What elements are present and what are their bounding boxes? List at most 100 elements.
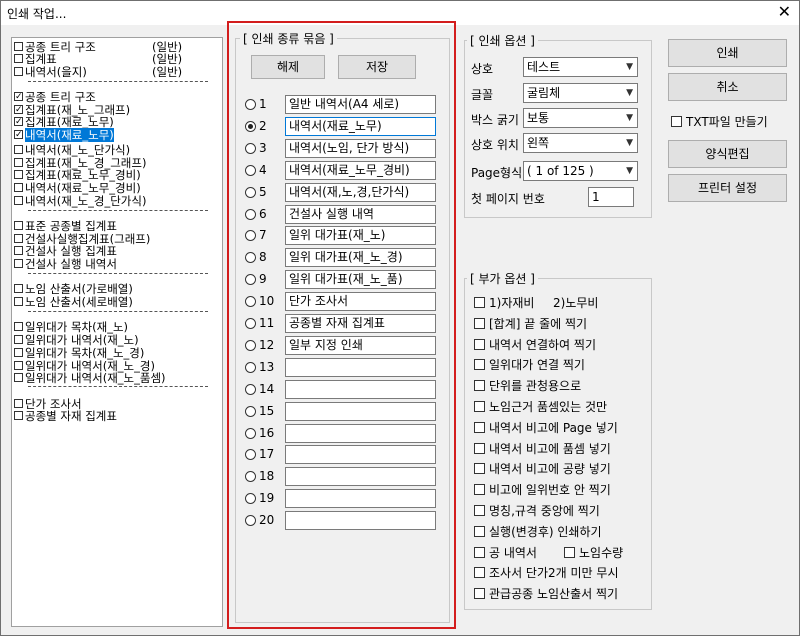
- extra-option-checkbox[interactable]: 관급공종 노임산출서 찍기: [474, 585, 618, 602]
- slot-radio[interactable]: [245, 383, 256, 395]
- report-list-item[interactable]: 공종별 자재 집계표: [14, 410, 117, 423]
- checkbox-icon[interactable]: [474, 442, 485, 454]
- slot-input[interactable]: [285, 467, 436, 487]
- checkbox-icon[interactable]: [14, 54, 23, 63]
- checkbox-icon[interactable]: [474, 359, 485, 371]
- checkbox-icon[interactable]: [14, 158, 23, 167]
- extra-option-checkbox[interactable]: 조사서 단가2개 미만 무시: [474, 564, 618, 581]
- slot-input[interactable]: 일위 대가표(재_노_품): [285, 270, 436, 290]
- option-select[interactable]: 보통 ▼: [523, 108, 638, 128]
- extra-option-checkbox[interactable]: 비고에 일위번호 안 찍기: [474, 481, 611, 498]
- checkbox-icon[interactable]: [474, 463, 485, 475]
- slot-input[interactable]: 일위 대가표(재_노_경): [285, 248, 436, 268]
- option-select[interactable]: 테스트 ▼: [523, 57, 638, 77]
- checkbox-icon[interactable]: [14, 335, 23, 344]
- slot-input[interactable]: [285, 489, 436, 509]
- extra-option-checkbox[interactable]: 내역서 비고에 품셈 넣기: [474, 440, 611, 457]
- option-select[interactable]: ( 1 of 125 ) ▼: [523, 161, 638, 181]
- extra-option-secondary[interactable]: 노임수량: [564, 544, 623, 561]
- slot-radio[interactable]: [245, 164, 256, 176]
- chevron-down-icon[interactable]: ▼: [626, 134, 633, 152]
- slot-input[interactable]: [285, 423, 436, 443]
- extra-option-checkbox[interactable]: 내역서 비고에 Page 넣기: [474, 419, 618, 436]
- checkbox-icon[interactable]: [474, 297, 485, 308]
- chevron-down-icon[interactable]: ▼: [626, 84, 633, 102]
- checkbox-icon[interactable]: [14, 183, 23, 192]
- slot-input[interactable]: 내역서(재료_노무_경비): [285, 160, 436, 180]
- checkbox-icon[interactable]: [474, 401, 485, 412]
- slot-radio[interactable]: [245, 339, 256, 351]
- checkbox-checked-icon[interactable]: ✓: [14, 130, 23, 140]
- checkbox-icon[interactable]: [474, 317, 485, 329]
- checkbox-icon[interactable]: [14, 348, 23, 357]
- checkbox-icon[interactable]: [14, 42, 23, 51]
- checkbox-icon[interactable]: [671, 116, 682, 127]
- checkbox-icon[interactable]: [14, 373, 23, 382]
- slot-input[interactable]: 건설사 실행 내역: [285, 204, 436, 224]
- save-button[interactable]: 저장: [338, 55, 416, 79]
- chevron-down-icon[interactable]: ▼: [626, 162, 633, 180]
- report-list-item[interactable]: ✓ 내역서(재료_노무): [14, 128, 114, 142]
- checkbox-icon[interactable]: [14, 399, 23, 408]
- printer-setup-button[interactable]: 프린터 설정: [668, 174, 787, 202]
- slot-input[interactable]: [285, 401, 436, 421]
- checkbox-icon[interactable]: [14, 170, 23, 179]
- checkbox-icon[interactable]: [474, 484, 485, 496]
- slot-input[interactable]: 단가 조사서: [285, 292, 436, 312]
- checkbox-icon[interactable]: [14, 297, 23, 306]
- checkbox-icon[interactable]: [564, 546, 575, 558]
- checkbox-icon[interactable]: [14, 221, 23, 230]
- extra-option-checkbox[interactable]: 공 내역서: [474, 544, 537, 561]
- slot-input[interactable]: [285, 379, 436, 399]
- slot-radio[interactable]: [245, 99, 256, 110]
- extra-option-checkbox[interactable]: 실행(변경후) 인쇄하기: [474, 523, 602, 540]
- slot-radio[interactable]: [245, 120, 256, 132]
- form-edit-button[interactable]: 양식편집: [668, 140, 787, 168]
- extra-option-checkbox[interactable]: 노임근거 품셈있는 것만: [474, 398, 607, 415]
- checkbox-icon[interactable]: [14, 145, 23, 154]
- slot-input[interactable]: [285, 511, 436, 531]
- slot-input[interactable]: 공종별 자재 집계표: [285, 314, 436, 333]
- report-list-item[interactable]: 건설사 실행 내역서: [14, 258, 117, 271]
- checkbox-icon[interactable]: [14, 196, 23, 205]
- report-list-item[interactable]: 내역서(을지) (일반): [14, 66, 182, 79]
- cancel-button[interactable]: 취소: [668, 73, 787, 101]
- checkbox-checked-icon[interactable]: ✓: [14, 92, 23, 102]
- checkbox-icon[interactable]: [474, 421, 485, 433]
- option-select[interactable]: 왼쪽 ▼: [523, 133, 638, 153]
- extra-option-checkbox[interactable]: 내역서 연결하여 찍기: [474, 336, 596, 353]
- extra-option-checkbox[interactable]: 명칭,규격 중앙에 찍기: [474, 502, 600, 519]
- checkbox-icon[interactable]: [474, 380, 485, 392]
- slot-input[interactable]: 일반 내역서(A4 세로): [285, 95, 436, 114]
- checkbox-icon[interactable]: [474, 546, 485, 558]
- slot-input[interactable]: [285, 357, 436, 377]
- report-list-item[interactable]: 노임 산출서(세로배열): [14, 296, 133, 309]
- slot-radio[interactable]: [245, 208, 256, 220]
- checkbox-icon[interactable]: [14, 284, 23, 293]
- checkbox-icon[interactable]: [14, 411, 23, 420]
- extra-option-checkbox[interactable]: 1)자재비: [474, 294, 534, 311]
- option-select[interactable]: 굴림체 ▼: [523, 83, 638, 103]
- slot-radio[interactable]: [245, 361, 256, 373]
- checkbox-checked-icon[interactable]: ✓: [14, 105, 23, 115]
- chevron-down-icon[interactable]: ▼: [626, 58, 633, 76]
- checkbox-icon[interactable]: [474, 567, 485, 579]
- checkbox-icon[interactable]: [474, 505, 485, 516]
- checkbox-icon[interactable]: [474, 588, 485, 600]
- slot-input[interactable]: 내역서(재료_노무): [285, 116, 436, 136]
- extra-option-checkbox[interactable]: 일위대가 연결 찍기: [474, 356, 585, 373]
- report-list-item[interactable]: 일위대가 내역서(재_노_품셈): [14, 372, 166, 385]
- slot-input[interactable]: 내역서(재,노,경,단가식): [285, 182, 436, 202]
- slot-input[interactable]: 일위 대가표(재_노): [285, 226, 436, 246]
- report-list[interactable]: 공종 트리 구조 (일반) 집계표 (일반) 내역서(을지) (일반) ✓ 공종 트리 구조 ✓…: [11, 37, 223, 627]
- slot-input[interactable]: [285, 445, 436, 465]
- checkbox-icon[interactable]: [14, 322, 23, 331]
- checkbox-icon[interactable]: [474, 525, 485, 537]
- checkbox-icon[interactable]: [14, 246, 23, 255]
- first-page-input[interactable]: 1: [588, 187, 634, 207]
- checkbox-checked-icon[interactable]: ✓: [14, 117, 23, 127]
- checkbox-icon[interactable]: [14, 259, 23, 268]
- print-button[interactable]: 인쇄: [668, 39, 787, 67]
- checkbox-icon[interactable]: [14, 234, 23, 243]
- report-list-item[interactable]: 내역서(재_노_경_단가식): [14, 195, 146, 208]
